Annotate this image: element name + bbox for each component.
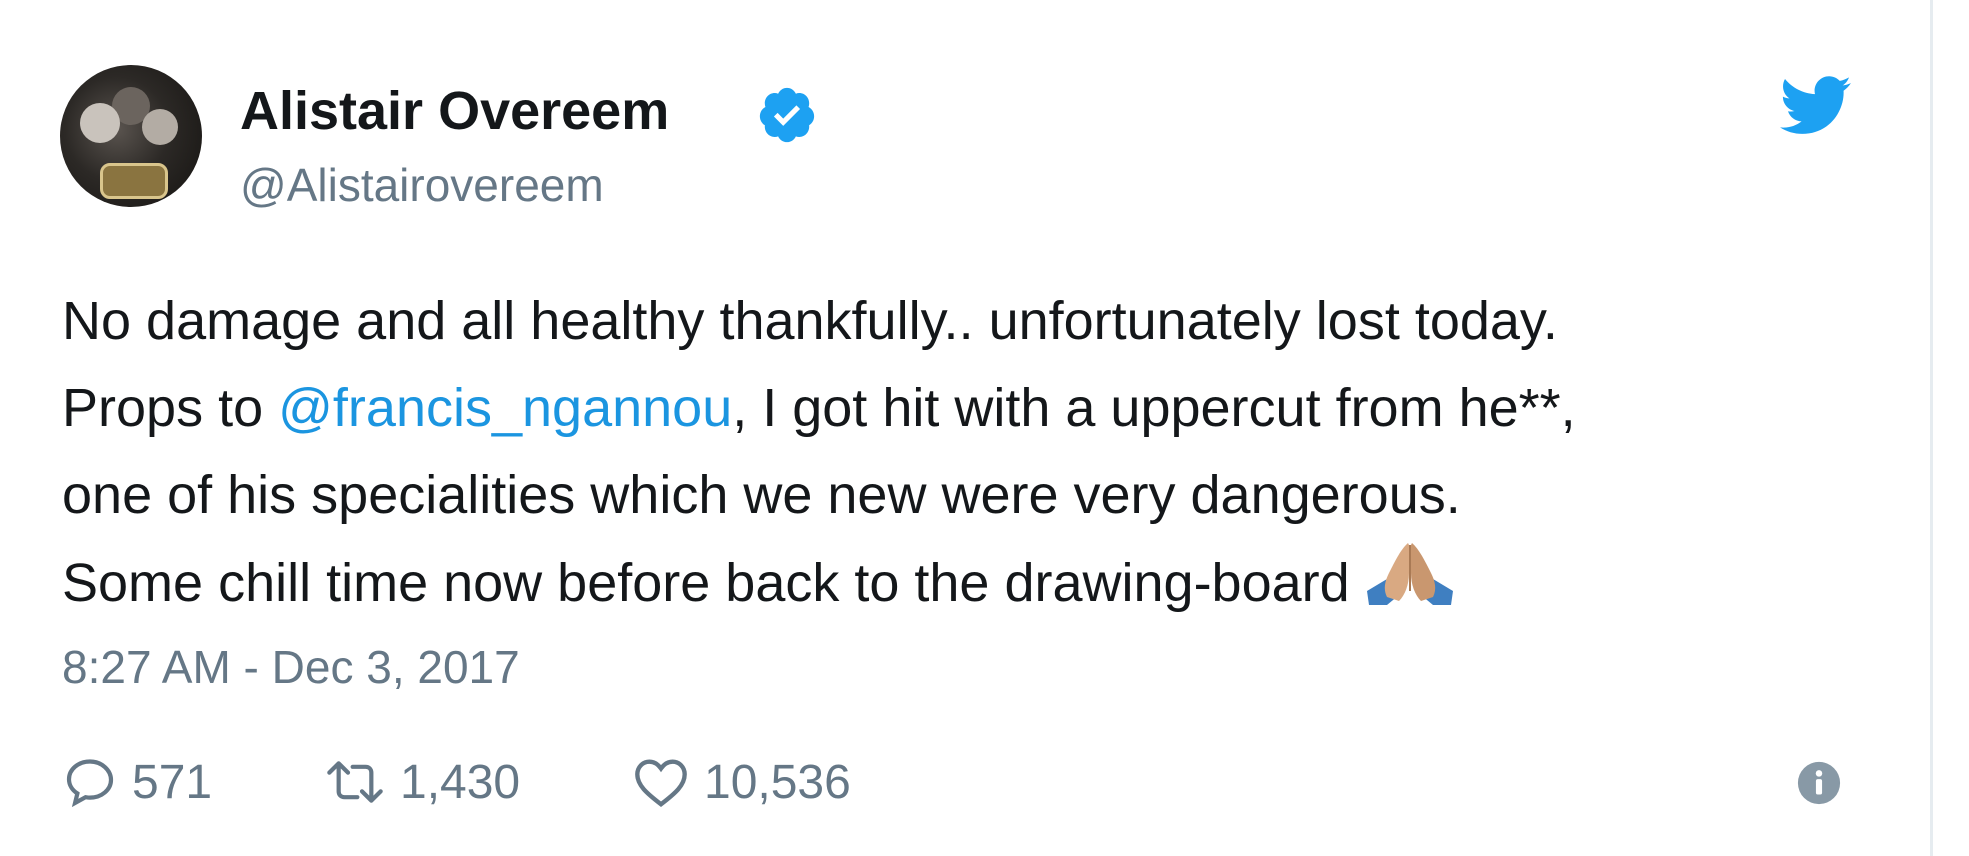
like-count: 10,536 (704, 755, 851, 809)
info-icon[interactable] (1796, 760, 1842, 806)
reply-icon (66, 759, 114, 808)
like-button[interactable]: 10,536 (632, 750, 851, 814)
tweet-line-4-text: Some chill time now before back to the d… (62, 553, 1350, 613)
reply-button[interactable]: 571 (62, 750, 212, 814)
verified-badge-icon (759, 87, 815, 143)
tweet-line-2: Props to @francis_ngannou, I got hit wit… (62, 365, 1902, 452)
twitter-bird-icon[interactable] (1780, 76, 1852, 136)
author-display-name[interactable]: Alistair Overeem (240, 80, 669, 142)
mention-link[interactable]: @francis_ngannou (278, 378, 732, 438)
tweet-line-4: Some chill time now before back to the d… (62, 539, 1902, 627)
tweet-line-3: one of his specialities which we new wer… (62, 465, 1461, 525)
folded-hands-emoji-icon (1366, 543, 1453, 605)
right-divider (1930, 0, 1969, 856)
retweet-icon (327, 761, 383, 803)
tweet-text: No damage and all healthy thankfully.. u… (62, 278, 1902, 627)
tweet-timestamp[interactable]: 8:27 AM - Dec 3, 2017 (62, 640, 520, 694)
tweet-line-1: No damage and all healthy thankfully.. u… (62, 291, 1558, 351)
reply-count: 571 (132, 755, 213, 809)
author-handle[interactable]: @Alistairovereem (240, 158, 604, 212)
retweet-count: 1,430 (400, 755, 521, 809)
heart-icon (635, 759, 687, 807)
embedded-tweet: Alistair Overeem @Alistairovereem No dam… (0, 0, 1969, 856)
tweet-line-2-suffix: , I got hit with a uppercut from he**, (732, 378, 1576, 438)
retweet-button[interactable]: 1,430 (324, 750, 520, 814)
avatar[interactable] (60, 65, 202, 207)
tweet-line-2-prefix: Props to (62, 378, 279, 438)
